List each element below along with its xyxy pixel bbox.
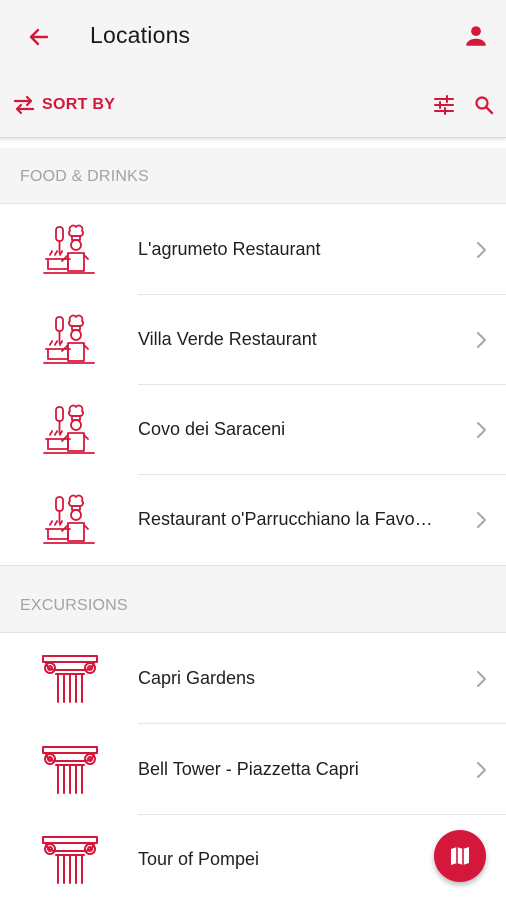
filter-button[interactable] — [430, 91, 458, 119]
chef-icon — [43, 404, 95, 454]
list-item-label: Bell Tower - Piazzetta Capri — [138, 759, 359, 779]
account-button[interactable] — [458, 18, 494, 54]
list-item-label: Tour of Pompei — [138, 849, 260, 869]
sort-by-button[interactable]: SORT BY — [12, 90, 115, 120]
back-button[interactable] — [22, 20, 56, 54]
list-item[interactable]: Bell Tower - Piazzetta Capri — [0, 725, 506, 815]
app-bar: Locations — [0, 0, 506, 72]
chevron-right-icon — [477, 332, 486, 348]
arrow-left-icon — [29, 28, 49, 46]
search-button[interactable] — [470, 91, 498, 119]
list-item[interactable]: L'agrumeto Restaurant — [0, 205, 506, 295]
chef-icon — [43, 224, 95, 274]
chevron-right-icon — [477, 422, 486, 438]
chef-icon — [43, 314, 95, 364]
person-icon — [466, 26, 486, 46]
list-item-label: Villa Verde Restaurant — [138, 329, 317, 349]
chef-icon — [43, 494, 95, 544]
list-item-label: Capri Gardens — [138, 668, 256, 688]
column-capital-icon — [42, 746, 98, 794]
divider — [138, 723, 506, 724]
sort-toolbar: SORT BY — [0, 72, 506, 138]
map-icon — [451, 847, 469, 865]
list-item[interactable]: Restaurant o'Parrucchiano la Favo… — [0, 475, 506, 565]
chevron-right-icon — [477, 762, 486, 778]
chevron-right-icon — [477, 671, 486, 687]
section-title: EXCURSIONS — [20, 597, 128, 614]
list-item-label: Covo dei Saraceni — [138, 419, 286, 439]
sort-by-label: SORT BY — [42, 96, 116, 113]
chevron-right-icon — [477, 512, 486, 528]
section-header-excursions: EXCURSIONS — [0, 565, 506, 633]
list-item-label: Restaurant o'Parrucchiano la Favo… — [138, 509, 433, 529]
section-header-food-drinks: FOOD & DRINKS — [0, 148, 506, 204]
list-item[interactable]: Tour of Pompei — [0, 815, 506, 900]
column-capital-icon — [42, 836, 98, 884]
search-icon — [475, 96, 494, 115]
column-capital-icon — [42, 655, 98, 703]
chevron-right-icon — [477, 242, 486, 258]
map-fab-button[interactable] — [434, 830, 486, 882]
section-title: FOOD & DRINKS — [20, 168, 149, 185]
sliders-icon — [434, 95, 454, 115]
list-item-label: L'agrumeto Restaurant — [138, 239, 321, 259]
swap-arrows-icon — [13, 95, 35, 115]
list-item[interactable]: Capri Gardens — [0, 634, 506, 724]
page-title: Locations — [90, 22, 191, 48]
list-item[interactable]: Villa Verde Restaurant — [0, 295, 506, 385]
list-item[interactable]: Covo dei Saraceni — [0, 385, 506, 475]
